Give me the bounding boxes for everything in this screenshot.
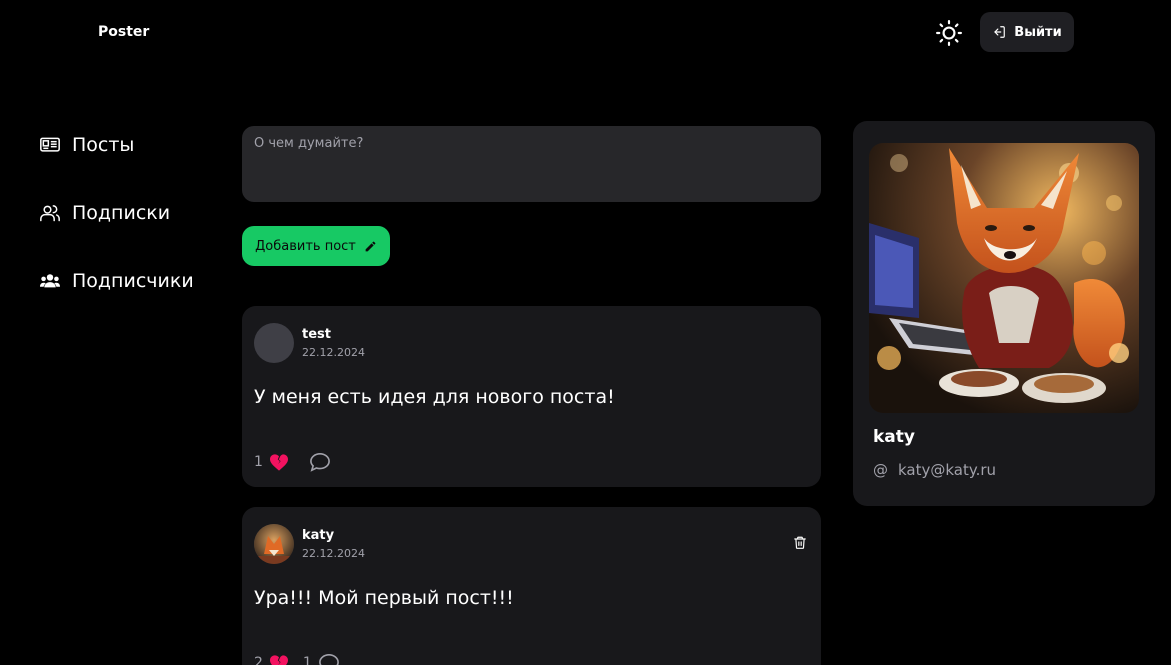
like-button[interactable]: 1 <box>254 453 289 471</box>
post-actions: 1 <box>254 452 331 472</box>
fox-profile-image <box>869 143 1139 413</box>
add-post-label: Добавить пост <box>255 238 356 254</box>
newspaper-icon <box>40 135 60 155</box>
at-icon: @ <box>873 461 888 479</box>
fox-avatar-image <box>254 524 294 564</box>
post-text: У меня есть идея для нового поста! <box>254 386 615 408</box>
profile-photo <box>869 143 1139 413</box>
like-button[interactable]: 2 <box>254 654 289 665</box>
theme-toggle-button[interactable] <box>934 18 964 48</box>
pencil-icon <box>365 241 376 251</box>
profile-email-value: katy@katy.ru <box>898 461 997 479</box>
comment-icon <box>310 452 330 472</box>
logout-label: Выйти <box>1014 24 1062 40</box>
post-author[interactable]: katy <box>302 528 334 543</box>
post-input[interactable] <box>242 126 821 202</box>
post-date: 22.12.2024 <box>302 346 365 359</box>
like-count: 1 <box>254 454 263 470</box>
comment-count: 1 <box>302 655 312 665</box>
sidebar-item-posts[interactable]: Посты <box>40 130 194 160</box>
trash-icon <box>794 536 806 549</box>
post-card: test 22.12.2024 У меня есть идея для нов… <box>242 306 821 487</box>
app-root: Poster Выйти Посты Подписки Подписчики О… <box>0 0 1171 665</box>
post-actions: 2 1 <box>254 653 340 665</box>
broken-heart-icon <box>269 454 288 471</box>
avatar[interactable] <box>254 524 294 564</box>
add-post-button[interactable]: Добавить пост <box>242 226 390 266</box>
broken-heart-icon <box>269 655 288 665</box>
post-composer <box>242 126 821 202</box>
logout-icon <box>994 26 1006 38</box>
user-group-icon <box>40 271 60 291</box>
logout-button[interactable]: Выйти <box>980 12 1074 52</box>
comment-icon <box>318 653 339 665</box>
sidebar-item-subscriptions[interactable]: Подписки <box>40 198 194 228</box>
profile-name: katy <box>873 427 915 447</box>
like-count: 2 <box>254 655 263 665</box>
avatar[interactable] <box>254 323 294 363</box>
comment-button[interactable]: 1 <box>303 653 340 665</box>
sidebar-nav: Посты Подписки Подписчики <box>40 130 194 334</box>
profile-email: @ katy@katy.ru <box>873 461 996 479</box>
app-logo[interactable]: Poster <box>98 24 149 40</box>
post-card: katy 22.12.2024 Ура!!! Мой первый пост!!… <box>242 507 821 665</box>
comment-button[interactable] <box>303 452 331 472</box>
profile-card: katy @ katy@katy.ru <box>853 121 1155 506</box>
post-author[interactable]: test <box>302 327 331 342</box>
post-date: 22.12.2024 <box>302 547 365 560</box>
users-icon <box>40 203 60 223</box>
sidebar-item-label: Подписки <box>72 202 171 224</box>
delete-post-button[interactable] <box>791 533 809 551</box>
post-text: Ура!!! Мой первый пост!!! <box>254 587 514 609</box>
sidebar-item-followers[interactable]: Подписчики <box>40 266 194 296</box>
sidebar-item-label: Посты <box>72 134 135 156</box>
sun-icon <box>936 20 962 46</box>
sidebar-item-label: Подписчики <box>72 270 194 292</box>
